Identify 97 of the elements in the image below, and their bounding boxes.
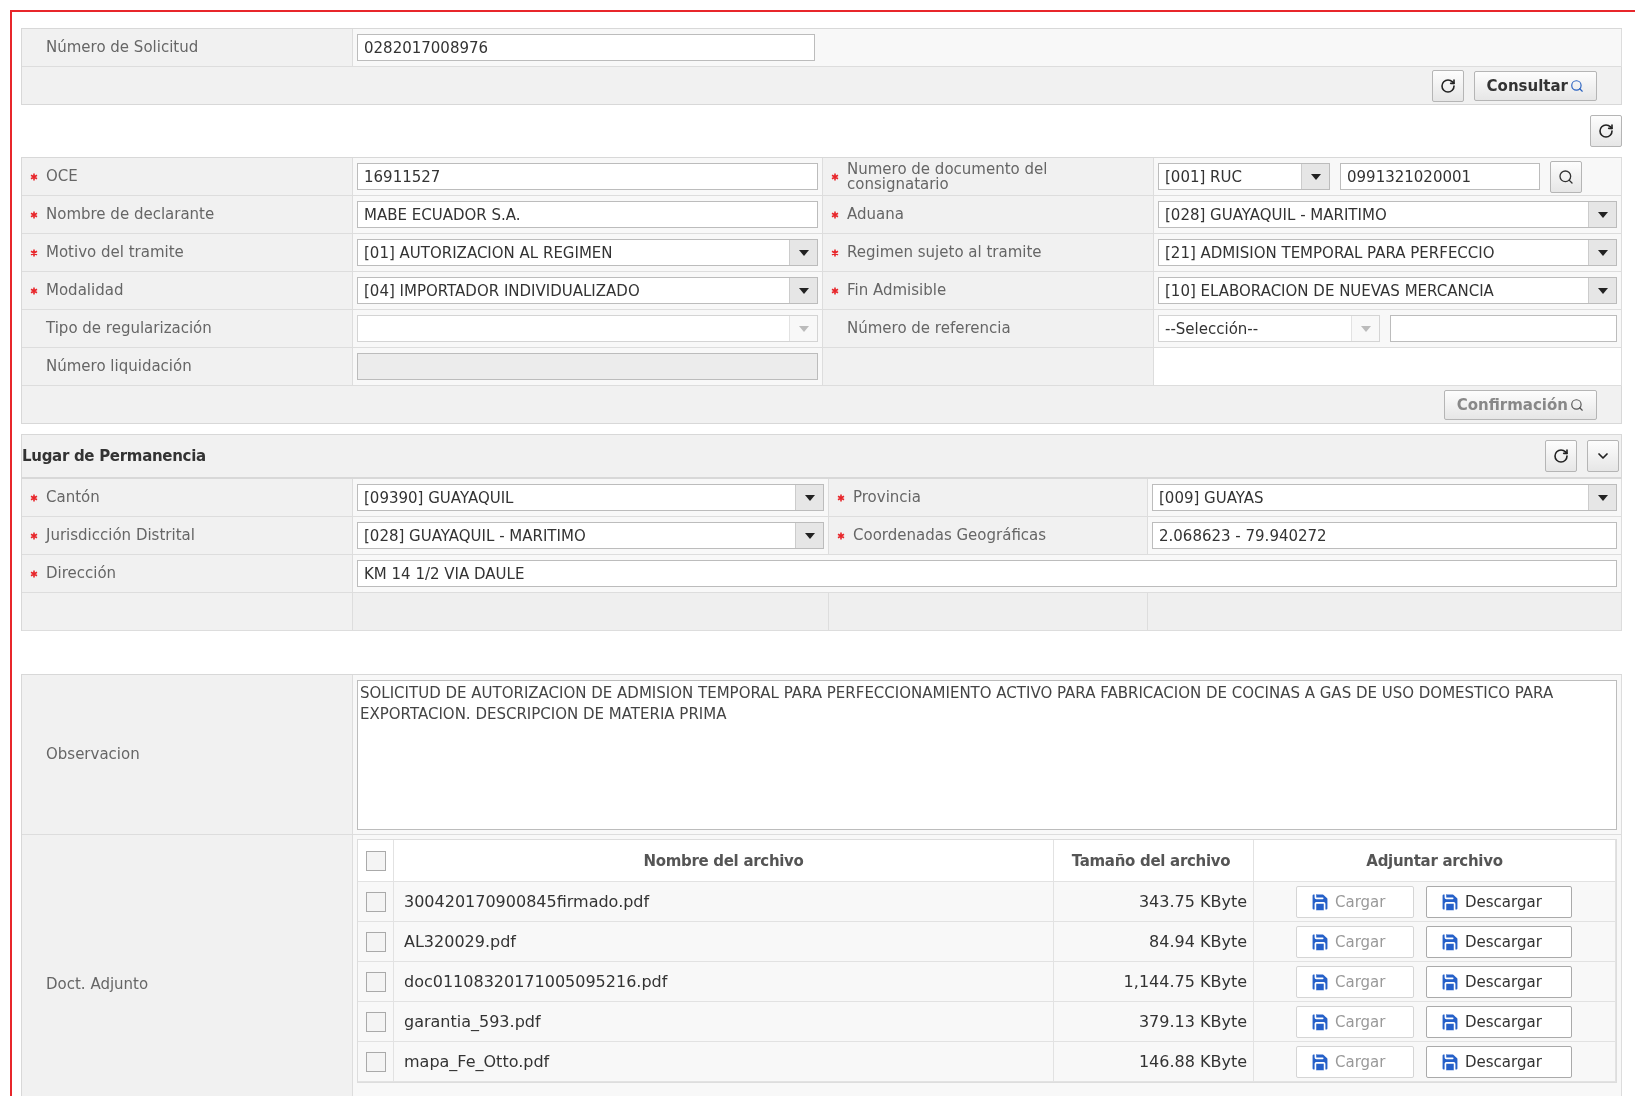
required-icon	[30, 210, 38, 219]
download-button[interactable]: Descargar	[1426, 925, 1572, 958]
caret-icon	[804, 494, 815, 501]
input-field[interactable]: 2.068623 - 79.940272	[1152, 522, 1617, 549]
download-button[interactable]: Descargar	[1426, 965, 1572, 998]
consult-button[interactable]: Consultar	[1473, 70, 1597, 101]
caret-icon	[1597, 494, 1608, 501]
dropdown-field[interactable]: [09390] GUAYAQUIL	[357, 484, 824, 511]
field-label: OCE	[46, 169, 78, 184]
download-button[interactable]: Descargar	[1426, 1005, 1572, 1038]
required-icon	[837, 531, 845, 540]
file-size: 343.75 KByte	[1138, 892, 1247, 911]
field-label: Numero de documento del consignatario	[847, 161, 1049, 192]
field-label: Modalidad	[46, 283, 124, 298]
input-field[interactable]	[1390, 315, 1617, 342]
caret-icon	[1597, 249, 1608, 256]
caret-icon	[798, 287, 809, 294]
collapse-button[interactable]	[1587, 440, 1619, 472]
file-name: garantia_593.pdf	[404, 1012, 541, 1031]
dropdown-field[interactable]: [10] ELABORACION DE NUEVAS MERCANCIA	[1158, 277, 1617, 304]
caret-icon	[1597, 287, 1608, 294]
refresh-icon	[1439, 77, 1456, 94]
field-label: Observacion	[45, 747, 140, 762]
refresh-button[interactable]	[1545, 440, 1577, 472]
caret-icon	[1310, 173, 1321, 180]
download-button[interactable]: Descargar	[1426, 885, 1572, 918]
field-label: Jurisdicción Distrital	[46, 528, 195, 543]
required-icon	[30, 493, 38, 502]
field-label: Aduana	[847, 207, 904, 222]
observation-textarea[interactable]: SOLICITUD DE AUTORIZACION DE ADMISION TEMPORAL PARA PERFECCIONAMIENTO ACTIVO PARA FABRICACION DE COCINAS A GAS DE USO DOMESTICO PARA EXPORTACION. DESCRIPCION DE MATERIA PRIMA	[357, 679, 1617, 830]
required-icon	[30, 569, 38, 578]
field-label: Número liquidación	[45, 359, 192, 374]
row-checkbox[interactable]	[365, 1011, 386, 1032]
field-label: Regimen sujeto al tramite	[847, 245, 1042, 260]
search-icon	[1558, 168, 1574, 185]
field-label: Fin Admisible	[847, 283, 947, 298]
file-size: 379.13 KByte	[1138, 1012, 1247, 1031]
refresh-icon	[1553, 448, 1569, 464]
required-icon	[831, 248, 839, 257]
field-label: Tipo de regularización	[45, 321, 212, 336]
dropdown-field[interactable]: [04] IMPORTADOR INDIVIDUALIZADO	[357, 277, 818, 304]
select-all-checkbox[interactable]	[365, 850, 386, 871]
dropdown-field[interactable]: [21] ADMISION TEMPORAL PARA PERFECCIO	[1158, 239, 1617, 266]
file-size: 84.94 KByte	[1149, 932, 1247, 951]
field-label: Cantón	[46, 490, 100, 505]
row-checkbox[interactable]	[365, 931, 386, 952]
search-button[interactable]	[1550, 160, 1582, 193]
column-header: Tamaño del archivo	[1071, 851, 1231, 870]
required-icon	[837, 493, 845, 502]
refresh-button[interactable]	[1431, 69, 1464, 102]
input-field[interactable]: MABE ECUADOR S.A.	[357, 201, 818, 228]
file-name: AL320029.pdf	[404, 932, 516, 951]
search-icon	[1570, 78, 1584, 93]
caret-icon	[804, 532, 815, 539]
file-name: mapa_Fe_Otto.pdf	[404, 1052, 550, 1071]
required-icon	[831, 210, 839, 219]
search-icon	[1570, 397, 1584, 412]
field-label: Nombre de declarante	[46, 207, 215, 222]
refresh-button[interactable]	[1590, 115, 1622, 147]
required-icon	[831, 286, 839, 295]
column-header: Nombre del archivo	[643, 851, 804, 870]
required-icon	[30, 248, 38, 257]
dropdown-field[interactable]: [01] AUTORIZACION AL REGIMEN	[357, 239, 818, 266]
field-label: Doct. Adjunto	[45, 977, 149, 992]
field-label: Coordenadas Geográficas	[853, 528, 1047, 543]
download-button[interactable]: Descargar	[1426, 1045, 1572, 1078]
row-checkbox[interactable]	[365, 1051, 386, 1072]
dropdown-field[interactable]: [009] GUAYAS	[1152, 484, 1617, 511]
refresh-icon	[1598, 123, 1614, 139]
input-field[interactable]: 0991321020001	[1340, 163, 1540, 190]
file-size: 146.88 KByte	[1138, 1052, 1247, 1071]
field-label: Provincia	[853, 490, 921, 505]
file-name: doc01108320171005095216.pdf	[404, 972, 668, 991]
column-header: Adjuntar archivo	[1366, 851, 1503, 870]
field-label: Número de referencia	[846, 321, 1011, 336]
section-title: Lugar de Permanencia	[22, 447, 206, 465]
file-size: 1,144.75 KByte	[1123, 972, 1247, 991]
file-name: 300420170900845firmado.pdf	[404, 892, 650, 911]
field-label: Dirección	[46, 566, 117, 581]
caret-icon	[1597, 211, 1608, 218]
caret-icon	[798, 249, 809, 256]
row-checkbox[interactable]	[365, 971, 386, 992]
dropdown-field[interactable]: [028] GUAYAQUIL - MARITIMO	[1158, 201, 1617, 228]
caret-icon	[1360, 325, 1371, 332]
required-icon	[30, 172, 38, 181]
required-icon	[30, 531, 38, 540]
caret-icon	[798, 325, 809, 332]
input-field[interactable]: 16911527	[357, 163, 818, 190]
required-icon	[831, 172, 839, 181]
input-field[interactable]: KM 14 1/2 VIA DAULE	[357, 560, 1617, 587]
dropdown-field[interactable]: [001] RUC	[1158, 163, 1330, 190]
required-icon	[30, 286, 38, 295]
field-label: Motivo del tramite	[46, 245, 184, 260]
dropdown-field[interactable]: [028] GUAYAQUIL - MARITIMO	[357, 522, 824, 549]
input-field[interactable]: 0282017008976	[357, 34, 815, 61]
row-checkbox[interactable]	[365, 891, 386, 912]
field-label: Número de Solicitud	[45, 40, 199, 55]
